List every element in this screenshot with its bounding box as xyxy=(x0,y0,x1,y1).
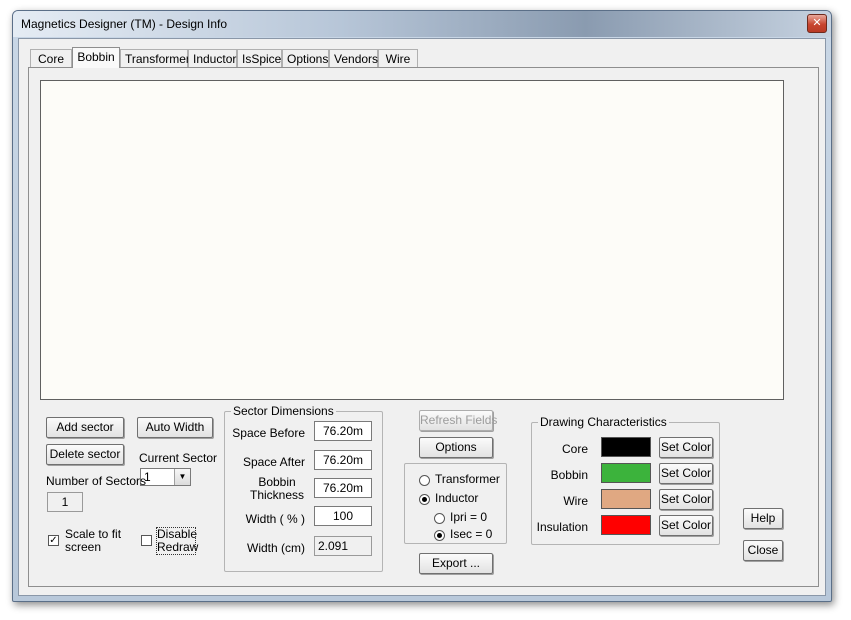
transformer-radio-label: Transformer xyxy=(435,472,500,486)
add-sector-button[interactable]: Add sector xyxy=(46,417,124,438)
tab-vendors[interactable]: Vendors xyxy=(329,49,378,67)
title-bar[interactable]: Magnetics Designer (TM) - Design Info ✕ xyxy=(13,11,831,37)
width-percent-label: Width ( % ) xyxy=(245,512,305,526)
bobbin-tab-panel: Add sector Auto Width Delete sector Curr… xyxy=(28,67,819,587)
current-sector-select[interactable]: 1 ▼ xyxy=(140,468,191,486)
width-percent-input[interactable]: 100 xyxy=(314,506,372,526)
delete-sector-button[interactable]: Delete sector xyxy=(46,444,124,465)
ipri-radio[interactable] xyxy=(434,513,445,524)
scale-to-fit-checkbox[interactable]: ✓ xyxy=(48,535,59,546)
bobbin-set-color-button[interactable]: Set Color xyxy=(659,463,713,484)
current-sector-label: Current Sector xyxy=(139,451,218,465)
core-color-label: Core xyxy=(561,442,588,456)
tab-inductor[interactable]: Inductor xyxy=(188,49,237,67)
space-after-label: Space After xyxy=(242,455,305,469)
app-window: Magnetics Designer (TM) - Design Info ✕ … xyxy=(12,10,832,602)
scale-to-fit-label: Scale to fit screen xyxy=(65,527,122,554)
wire-set-color-button[interactable]: Set Color xyxy=(659,489,713,510)
core-set-color-button[interactable]: Set Color xyxy=(659,437,713,458)
inductor-radio[interactable] xyxy=(419,494,430,505)
isec-radio-label: Isec = 0 xyxy=(450,527,493,541)
auto-width-button[interactable]: Auto Width xyxy=(137,417,213,438)
help-button[interactable]: Help xyxy=(743,508,783,529)
export-button[interactable]: Export ... xyxy=(419,553,493,574)
tab-bobbin[interactable]: Bobbin xyxy=(72,47,120,68)
tab-core[interactable]: Core xyxy=(30,49,72,67)
number-of-sectors-label: Number of Sectors xyxy=(46,474,147,488)
disable-redraw-checkbox[interactable] xyxy=(141,535,152,546)
space-before-input[interactable]: 76.20m xyxy=(314,421,372,441)
number-of-sectors-field: 1 xyxy=(47,492,83,512)
refresh-fields-button[interactable]: Refresh Fields xyxy=(419,410,497,431)
isec-radio[interactable] xyxy=(434,530,445,541)
options-button[interactable]: Options xyxy=(419,437,493,458)
wire-color-swatch xyxy=(601,489,651,509)
bobbin-color-label: Bobbin xyxy=(550,468,588,482)
sector-dimensions-group: Sector Dimensions Space Before 76.20m Sp… xyxy=(224,404,383,572)
bobbin-thickness-input[interactable]: 76.20m xyxy=(314,478,372,498)
width-cm-label: Width (cm) xyxy=(247,541,305,555)
insulation-set-color-button[interactable]: Set Color xyxy=(659,515,713,536)
tab-options[interactable]: Options xyxy=(282,49,329,67)
tab-wire[interactable]: Wire xyxy=(378,49,418,67)
window-close-button[interactable]: ✕ xyxy=(807,14,827,33)
chevron-down-icon[interactable]: ▼ xyxy=(174,469,190,485)
drawing-characteristics-group: Drawing Characteristics Core Set Color B… xyxy=(531,415,720,545)
insulation-color-label: Insulation xyxy=(536,520,588,534)
inductor-radio-label: Inductor xyxy=(435,491,479,505)
tab-transformer[interactable]: Transformer xyxy=(120,49,190,67)
bobbin-thickness-label: Bobbin Thickness xyxy=(249,475,305,502)
disable-redraw-label: Disable Redraw xyxy=(156,527,199,555)
ipri-radio-label: Ipri = 0 xyxy=(450,510,488,524)
window-title: Magnetics Designer (TM) - Design Info xyxy=(21,17,228,31)
close-button[interactable]: Close xyxy=(743,540,783,561)
bobbin-color-swatch xyxy=(601,463,651,483)
bobbin-drawing-canvas[interactable] xyxy=(40,80,784,400)
space-after-input[interactable]: 76.20m xyxy=(314,450,372,470)
width-cm-field: 2.091 xyxy=(314,536,372,556)
dialog-client-area: Core Bobbin Transformer Inductor IsSpice… xyxy=(18,38,826,596)
sector-dimensions-title: Sector Dimensions xyxy=(231,404,336,418)
type-radio-group: Transformer Inductor Ipri = 0 Isec = 0 xyxy=(404,463,507,544)
drawing-characteristics-title: Drawing Characteristics xyxy=(538,415,669,429)
space-before-label: Space Before xyxy=(232,426,305,440)
core-color-swatch xyxy=(601,437,651,457)
transformer-radio[interactable] xyxy=(419,475,430,486)
wire-color-label: Wire xyxy=(563,494,588,508)
tab-isspice[interactable]: IsSpice xyxy=(237,49,282,67)
insulation-color-swatch xyxy=(601,515,651,535)
